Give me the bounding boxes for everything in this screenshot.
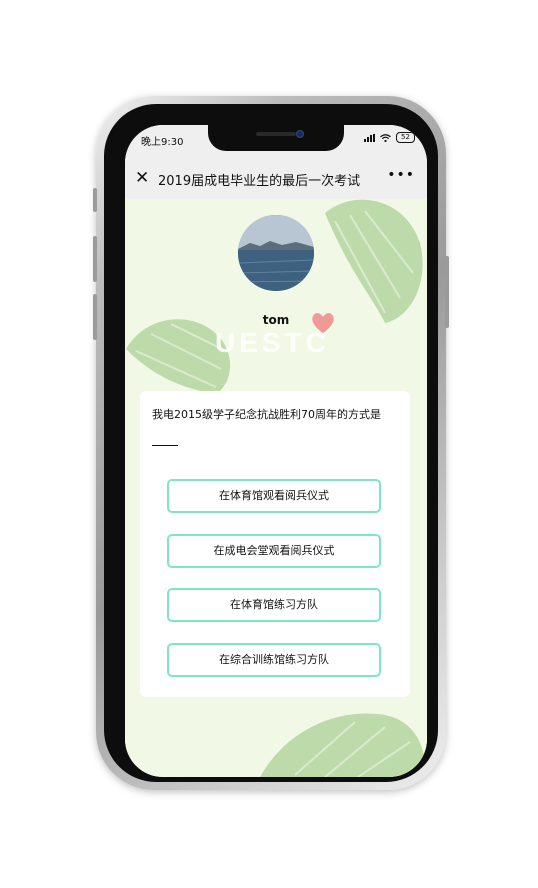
- power-button: [445, 256, 449, 328]
- avatar-image: [238, 215, 314, 291]
- question-text: 我电2015级学子纪念抗战胜利70周年的方式是: [152, 408, 381, 421]
- signal-icon: [364, 133, 375, 142]
- phone-screen: 晚上9:30 52 ✕ 2019届成电毕业生的最后一次考试 ••• tom UE…: [125, 125, 427, 777]
- phone-bezel: 晚上9:30 52 ✕ 2019届成电毕业生的最后一次考试 ••• tom UE…: [104, 104, 438, 782]
- leaf-decoration-bottom: [260, 713, 426, 777]
- speaker-grille: [256, 132, 296, 136]
- close-icon[interactable]: ✕: [135, 168, 149, 188]
- wifi-icon: [380, 133, 391, 142]
- option-4[interactable]: 在综合训练馆练习方队: [167, 643, 381, 677]
- status-time: 晚上9:30: [141, 137, 184, 148]
- notch: [208, 125, 344, 151]
- username: tom: [262, 313, 290, 327]
- option-1[interactable]: 在体育馆观看阅兵仪式: [167, 479, 381, 513]
- option-2[interactable]: 在成电会堂观看阅兵仪式: [167, 534, 381, 568]
- status-icons: 52: [364, 132, 415, 143]
- option-3[interactable]: 在体育馆练习方队: [167, 588, 381, 622]
- page-content: tom UESTC 我电2015级学子纪念抗战胜利70周年的方式是 在体育馆观看…: [125, 199, 427, 777]
- more-icon[interactable]: •••: [387, 167, 415, 183]
- avatar[interactable]: [238, 215, 314, 291]
- question-text-block: 我电2015级学子纪念抗战胜利70周年的方式是: [152, 404, 398, 446]
- phone-frame: 晚上9:30 52 ✕ 2019届成电毕业生的最后一次考试 ••• tom UE…: [93, 96, 449, 790]
- mute-switch: [93, 188, 97, 212]
- answer-blank: [152, 433, 178, 446]
- camera-icon: [296, 130, 304, 138]
- volume-down-button: [93, 294, 97, 340]
- volume-up-button: [93, 236, 97, 282]
- uestc-watermark: UESTC: [215, 327, 330, 358]
- nav-bar: ✕ 2019届成电毕业生的最后一次考试 •••: [125, 159, 427, 200]
- battery-icon: 52: [396, 132, 415, 143]
- question-card: 我电2015级学子纪念抗战胜利70周年的方式是 在体育馆观看阅兵仪式 在成电会堂…: [140, 391, 410, 697]
- page-title: 2019届成电毕业生的最后一次考试: [158, 174, 361, 189]
